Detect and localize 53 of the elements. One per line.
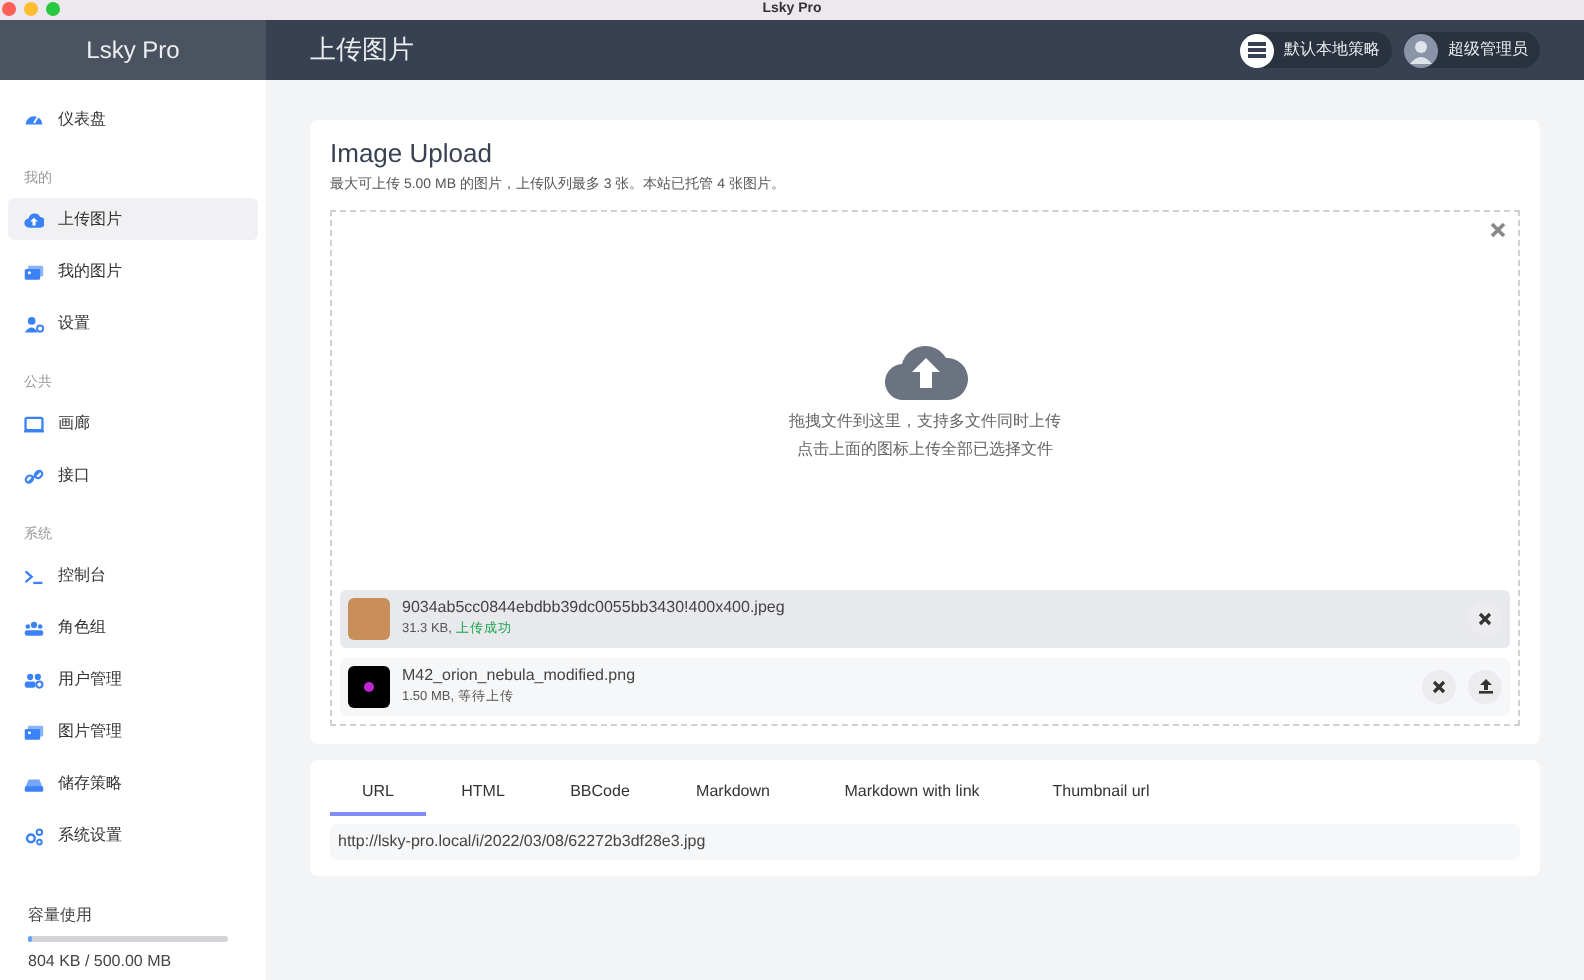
card-title: Image Upload	[330, 138, 494, 170]
close-window-icon[interactable]	[2, 2, 16, 16]
storage-icon	[1240, 33, 1274, 67]
format-tab[interactable]: URL	[330, 773, 426, 815]
format-tab[interactable]: BBCode	[540, 773, 660, 815]
upload-icon	[1477, 678, 1493, 694]
sidebar-item[interactable]: 接口	[8, 454, 258, 496]
format-tab[interactable]: Thumbnail url	[1018, 773, 1184, 815]
user-settings-icon	[24, 313, 44, 333]
sidebar-item[interactable]: 上传图片	[8, 198, 258, 240]
monitor-icon	[24, 413, 44, 433]
format-tab[interactable]: HTML	[426, 773, 540, 815]
sidebar-item[interactable]: 我的图片	[8, 250, 258, 292]
sidebar-item[interactable]: 系统设置	[8, 814, 258, 856]
settings-icon	[24, 825, 44, 845]
images-icon	[24, 721, 44, 741]
file-name: M42_orion_nebula_modified.png	[402, 664, 638, 689]
sidebar-item[interactable]: 设置	[8, 302, 258, 344]
format-tab[interactable]: Markdown with link	[806, 773, 1018, 815]
remove-button[interactable]	[1468, 601, 1502, 635]
thumbnail-placeholder	[348, 597, 390, 639]
storage-title: 容量使用	[28, 904, 94, 928]
sidebar-item[interactable]: 储存策略	[8, 762, 258, 804]
format-tab[interactable]: Markdown	[660, 773, 806, 815]
images-icon	[24, 261, 44, 281]
file-name: 9034ab5cc0844ebdbb39dc0055bb3430!400x400.jpeg	[402, 596, 787, 621]
strategy-button[interactable]: 默认本地策略	[1240, 32, 1392, 68]
drive-icon	[24, 773, 44, 793]
drop-hint: 拖拽文件到这里，支持多文件同时上传	[789, 409, 1061, 433]
thumbnail-placeholder	[348, 665, 390, 707]
upload-button[interactable]	[1468, 669, 1502, 703]
terminal-icon	[24, 565, 44, 585]
remove-button[interactable]	[1422, 669, 1456, 703]
users-icon	[24, 617, 44, 637]
close-icon[interactable]	[1490, 221, 1506, 237]
link-icon	[24, 465, 44, 485]
close-icon	[1432, 679, 1446, 693]
brand-name: Lsky Pro	[86, 34, 180, 68]
users-settings-icon	[24, 669, 44, 689]
close-icon	[1478, 611, 1492, 625]
sidebar-item[interactable]: 图片管理	[8, 710, 258, 752]
storage-reading: 804 KB / 500.00 MB	[28, 950, 174, 974]
sidebar-item[interactable]: 控制台	[8, 554, 258, 596]
avatar-icon	[1404, 33, 1438, 67]
sidebar-item[interactable]: 角色组	[8, 606, 258, 648]
sidebar-item[interactable]: 画廊	[8, 402, 258, 444]
user-menu-button[interactable]: 超级管理员	[1404, 32, 1540, 68]
sidebar-item[interactable]: 仪表盘	[8, 98, 258, 140]
url-field[interactable]: http://lsky-pro.local/i/2022/03/08/62272b3df28e3.jpg	[330, 823, 1520, 859]
cloud-upload-icon	[24, 209, 44, 229]
sidebar-item[interactable]: 用户管理	[8, 658, 258, 700]
page-title: 上传图片	[310, 32, 414, 69]
drop-hint: 点击上面的图标上传全部已选择文件	[797, 437, 1053, 461]
